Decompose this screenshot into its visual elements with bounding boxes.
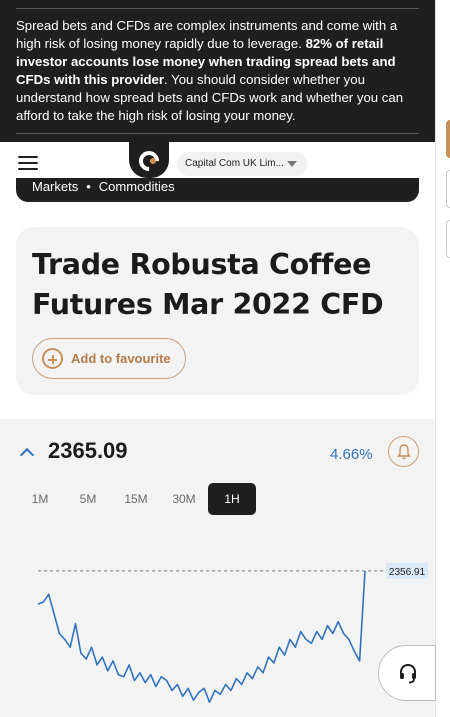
timeframe-1m[interactable]: 1M <box>16 483 64 515</box>
banner-bottom-divider <box>16 133 419 134</box>
price-alert-button[interactable] <box>388 436 419 467</box>
plus-circle-icon <box>42 348 63 369</box>
timeframe-5m[interactable]: 5M <box>64 483 112 515</box>
timeframe-15m[interactable]: 15M <box>112 483 160 515</box>
price-series-line <box>37 570 366 703</box>
chart-panel: 2365.09 4.66% 1M 5M 15M 30M 1H 2356.91 <box>0 419 435 717</box>
headset-icon <box>400 663 416 684</box>
risk-warning-text: Spread bets and CFDs are complex instrum… <box>16 17 421 125</box>
brand-logo[interactable] <box>129 142 169 178</box>
chevron-up-icon <box>19 447 35 463</box>
timeframe-30m[interactable]: 30M <box>160 483 208 515</box>
instrument-title-card: Trade Robusta Coffee Futures Mar 2022 CF… <box>16 227 419 395</box>
logo-c-mark <box>134 146 164 176</box>
timeframe-1h[interactable]: 1H <box>208 483 256 515</box>
chevron-down-icon <box>287 161 297 167</box>
current-price: 2365.09 <box>48 438 128 463</box>
logo-dot <box>150 158 156 164</box>
hamburger-icon[interactable] <box>18 156 38 170</box>
rail-tab[interactable] <box>446 220 450 258</box>
rail-tab-accent[interactable] <box>446 120 450 158</box>
price-change-percent: 4.66% <box>330 446 373 463</box>
breadcrumb: Markets • Commodities <box>16 178 419 202</box>
entity-select[interactable]: Capital Com UK Lim... <box>177 152 307 176</box>
breadcrumb-commodities[interactable]: Commodities <box>99 179 175 194</box>
price-chart[interactable]: 2356.91 <box>0 547 435 717</box>
rail-tab[interactable] <box>446 170 450 208</box>
bell-icon <box>397 444 411 460</box>
breadcrumb-markets[interactable]: Markets <box>32 179 78 194</box>
risk-warning-banner: Spread bets and CFDs are complex instrum… <box>0 0 435 142</box>
right-side-rail <box>435 0 450 717</box>
entity-select-value: Capital Com UK Lim... <box>185 158 284 169</box>
favourite-label: Add to favourite <box>71 351 171 366</box>
last-price-label: 2356.91 <box>389 567 426 578</box>
support-button[interactable] <box>378 645 436 701</box>
banner-top-divider <box>16 8 419 9</box>
page-title: Trade Robusta Coffee Futures Mar 2022 CF… <box>32 248 384 321</box>
breadcrumb-separator: • <box>86 179 91 194</box>
add-to-favourite-button[interactable]: Add to favourite <box>32 338 186 379</box>
